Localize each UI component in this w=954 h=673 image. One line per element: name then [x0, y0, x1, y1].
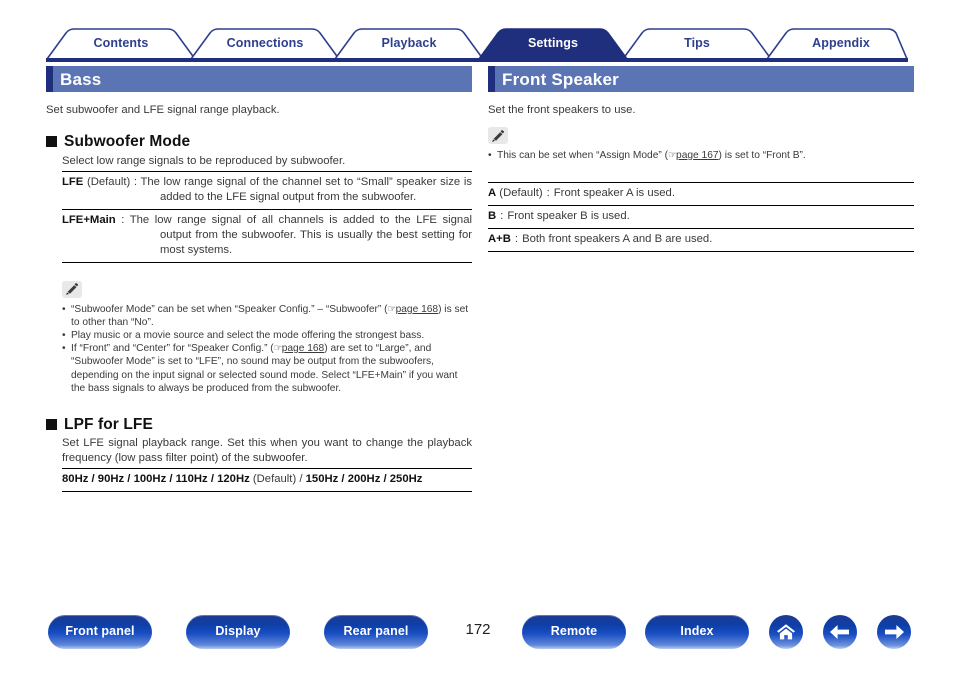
table-row: LFE+Main : The low range signal of all c…: [62, 210, 472, 263]
page-reference-link[interactable]: page 168: [396, 304, 439, 315]
table-row: A+B : Both front speakers A and B are us…: [488, 229, 914, 253]
list-item: This can be set when “Assign Mode” (☞pag…: [488, 149, 914, 162]
remote-button[interactable]: Remote: [522, 615, 626, 649]
option-description: The low range signal of the channel set …: [140, 175, 472, 203]
tab-appendix[interactable]: Appendix: [766, 28, 916, 59]
note-list: “Subwoofer Mode” can be set when “Speake…: [62, 303, 472, 395]
home-button[interactable]: [769, 615, 803, 649]
list-item: Play music or a movie source and select …: [62, 329, 472, 342]
forward-button[interactable]: [877, 615, 911, 649]
page-title-secondary: Front Speaker: [502, 69, 619, 89]
note-text-pre: This can be set when “Assign Mode” (: [497, 150, 668, 161]
section-header-front-speaker: Front Speaker: [488, 66, 914, 92]
lpf-for-lfe-options: 80Hz / 90Hz / 100Hz / 110Hz / 120Hz (Def…: [62, 468, 472, 493]
option-description: The low range signal of all channels is …: [129, 213, 472, 256]
pencil-icon: [488, 127, 508, 144]
heading-subwoofer-mode: Subwoofer Mode: [46, 134, 472, 150]
note-text-post: ) is set to “Front B”.: [718, 150, 806, 161]
front-speaker-options-table: A (Default) : Front speaker A is used. B…: [488, 182, 914, 253]
heading-subwoofer-mode-label: Subwoofer Mode: [64, 133, 191, 150]
tab-playback[interactable]: Playback: [334, 28, 484, 59]
page-number: 172: [465, 621, 491, 638]
table-row: LFE (Default) : The low range signal of …: [62, 172, 472, 210]
back-button[interactable]: [823, 615, 857, 649]
index-button[interactable]: Index: [645, 615, 749, 649]
subwoofer-mode-body: Select low range signals to be reproduce…: [62, 154, 472, 395]
lpf-options-default: (Default) /: [249, 473, 306, 486]
page-ref-hand-icon: ☞: [387, 303, 397, 315]
option-description: Front speaker B is used.: [507, 210, 630, 223]
page-ref-hand-icon: ☞: [273, 343, 283, 355]
bass-intro-text: Set subwoofer and LFE signal range playb…: [46, 104, 280, 116]
option-colon: :: [546, 187, 550, 200]
note-text-pre: Play music or a movie source and select …: [71, 329, 425, 341]
arrow-left-icon: [830, 625, 849, 639]
index-button-label: Index: [680, 624, 714, 638]
note-text-pre: “Subwoofer Mode” can be set when “Speake…: [71, 303, 388, 315]
list-item: “Subwoofer Mode” can be set when “Speake…: [62, 303, 472, 329]
page-reference-link[interactable]: page 167: [676, 150, 719, 161]
lpf-for-lfe-lead: Set LFE signal playback range. Set this …: [62, 437, 472, 465]
heading-lpf-for-lfe: LPF for LFE: [46, 417, 472, 433]
option-qualifier: (Default): [83, 175, 131, 188]
table-row: A (Default) : Front speaker A is used.: [488, 183, 914, 207]
option-term: LFE: [62, 175, 84, 188]
list-item: If “Front” and “Center” for “Speaker Con…: [62, 342, 472, 395]
front-panel-button-label: Front panel: [65, 624, 135, 638]
note-text-pre: If “Front” and “Center” for “Speaker Con…: [71, 343, 274, 355]
right-column: Front Speaker Set the front speakers to …: [488, 66, 914, 253]
rear-panel-button-label: Rear panel: [343, 624, 409, 638]
page-ref-hand-icon: ☞: [668, 150, 677, 161]
section-header-bass: Bass: [46, 66, 472, 92]
rear-panel-button[interactable]: Rear panel: [324, 615, 428, 649]
pencil-icon-glyph: [492, 129, 504, 142]
option-term: A+B: [488, 233, 511, 246]
front-speaker-intro-text: Set the front speakers to use.: [488, 104, 636, 116]
option-qualifier: (Default): [496, 187, 543, 200]
note-list: This can be set when “Assign Mode” (☞pag…: [488, 149, 914, 162]
arrow-right-icon: [885, 625, 904, 639]
option-description: Both front speakers A and B are used.: [522, 233, 713, 246]
display-button[interactable]: Display: [186, 615, 290, 649]
bottom-navigation: Front panel Display Rear panel 172 Remot…: [0, 615, 954, 659]
subwoofer-mode-lead: Select low range signals to be reproduce…: [62, 154, 346, 167]
option-term: B: [488, 210, 497, 223]
option-term: LFE+Main: [62, 213, 116, 226]
option-description: Front speaker A is used.: [553, 187, 675, 200]
tab-settings[interactable]: Settings: [478, 28, 628, 59]
tab-connections[interactable]: Connections: [190, 28, 340, 59]
left-column: Bass Set subwoofer and LFE signal range …: [46, 66, 472, 493]
page-reference-link[interactable]: page 168: [282, 343, 325, 354]
option-colon: :: [500, 210, 504, 223]
home-icon: [777, 624, 795, 640]
pencil-icon-glyph: [66, 283, 78, 295]
pencil-icon: [62, 280, 82, 298]
remote-button-label: Remote: [550, 624, 598, 638]
lpf-options-bold-1: 80Hz / 90Hz / 100Hz / 110Hz / 120Hz: [62, 473, 250, 486]
note-block-front-speaker: This can be set when “Assign Mode” (☞pag…: [488, 127, 914, 162]
tab-bar[interactable]: Contents Connections Playback Settings T…: [46, 28, 908, 62]
front-panel-button[interactable]: Front panel: [48, 615, 152, 649]
display-button-label: Display: [215, 624, 261, 638]
heading-lpf-for-lfe-label: LPF for LFE: [64, 415, 153, 433]
bullet-square-icon: [46, 136, 57, 148]
bullet-square-icon: [46, 419, 57, 431]
tab-contents[interactable]: Contents: [46, 28, 196, 59]
option-term: A: [488, 187, 497, 200]
table-row: B : Front speaker B is used.: [488, 206, 914, 230]
subwoofer-mode-options-table: LFE (Default) : The low range signal of …: [62, 170, 472, 263]
note-block-subwoofer-mode: “Subwoofer Mode” can be set when “Speake…: [62, 280, 472, 395]
option-colon: :: [514, 233, 519, 246]
lpf-for-lfe-body: Set LFE signal playback range. Set this …: [62, 436, 472, 493]
tab-tips[interactable]: Tips: [622, 28, 772, 59]
page-title: Bass: [60, 69, 102, 89]
lpf-options-bold-2: 150Hz / 200Hz / 250Hz: [305, 473, 423, 486]
